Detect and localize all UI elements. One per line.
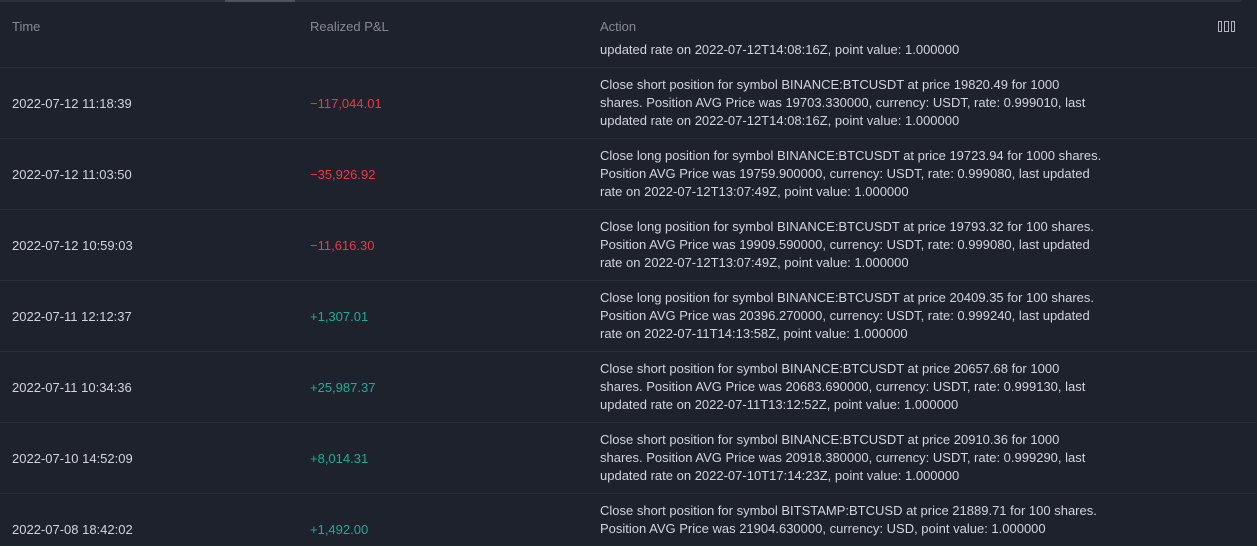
column-header-realized-pnl[interactable]: Realized P&L xyxy=(310,19,389,35)
time-cell: 2022-07-11 12:12:37 xyxy=(12,308,132,324)
column-header-time[interactable]: Time xyxy=(12,19,40,35)
action-cell: Close short position for symbol BITSTAMP… xyxy=(600,503,1097,536)
action-cell: Close short position for symbol BINANCE:… xyxy=(600,432,1086,483)
action-cell: Close short position for symbol BINANCE:… xyxy=(600,361,1086,412)
action-cell: Close short position for symbol BINANCE:… xyxy=(600,77,1086,128)
action-cell: Close long position for symbol BINANCE:B… xyxy=(600,290,1094,341)
time-cell: 2022-07-10 14:52:09 xyxy=(12,450,133,466)
time-cell: 2022-07-12 10:59:03 xyxy=(12,237,133,253)
trade-history-panel: Time Realized P&L Action updated rate on… xyxy=(0,0,1257,546)
columns-settings-icon[interactable] xyxy=(1218,21,1235,32)
realized-pnl-cell: −11,616.30 xyxy=(310,237,375,253)
table-row[interactable]: 2022-07-11 12:12:37 +1,307.01 Close long… xyxy=(0,280,1257,351)
table-row[interactable]: 2022-07-10 14:52:09 +8,014.31 Close shor… xyxy=(0,422,1257,493)
time-cell: 2022-07-12 11:18:39 xyxy=(12,95,132,111)
realized-pnl-cell: +25,987.37 xyxy=(310,379,376,395)
partial-row-action: updated rate on 2022-07-12T14:08:16Z, po… xyxy=(600,42,960,57)
time-cell: 2022-07-11 10:34:36 xyxy=(12,379,132,395)
time-cell: 2022-07-12 11:03:50 xyxy=(12,166,132,182)
realized-pnl-cell: +1,492.00 xyxy=(310,521,369,537)
realized-pnl-cell: +1,307.01 xyxy=(310,308,369,324)
action-cell: Close long position for symbol BINANCE:B… xyxy=(600,148,1102,199)
table-row[interactable]: 2022-07-12 11:18:39 −117,044.01 Close sh… xyxy=(0,67,1257,138)
realized-pnl-cell: −117,044.01 xyxy=(310,95,382,111)
action-cell: Close long position for symbol BINANCE:B… xyxy=(600,219,1094,270)
time-cell: 2022-07-08 18:42:02 xyxy=(12,521,133,537)
table-row[interactable]: 2022-07-08 18:42:02 +1,492.00 Close shor… xyxy=(0,493,1257,546)
column-header-action[interactable]: Action xyxy=(600,19,636,35)
realized-pnl-cell: −35,926.92 xyxy=(310,166,376,182)
table-row[interactable]: 2022-07-12 10:59:03 −11,616.30 Close lon… xyxy=(0,209,1257,280)
table-row[interactable]: 2022-07-11 10:34:36 +25,987.37 Close sho… xyxy=(0,351,1257,422)
table-body: 2022-07-12 11:18:39 −117,044.01 Close sh… xyxy=(0,67,1257,546)
table-row[interactable]: 2022-07-12 11:03:50 −35,926.92 Close lon… xyxy=(0,138,1257,209)
realized-pnl-cell: +8,014.31 xyxy=(310,450,369,466)
